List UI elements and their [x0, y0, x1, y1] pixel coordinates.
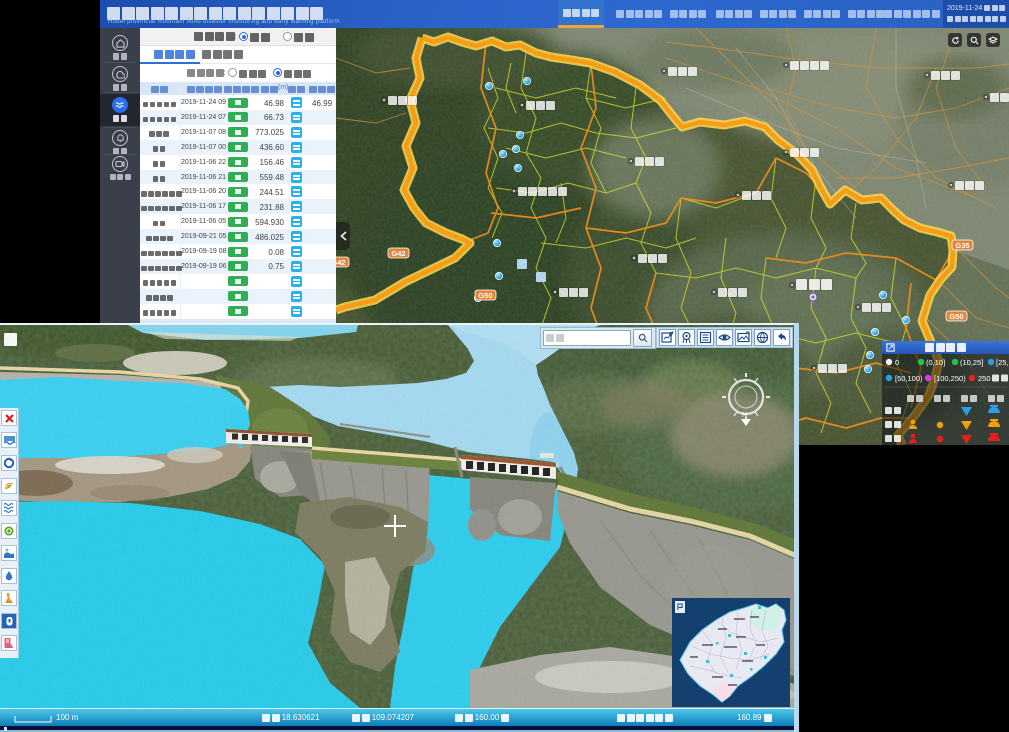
svg-text:N: N	[742, 412, 747, 419]
svg-text:G42: G42	[391, 249, 405, 258]
svg-text:G42: G42	[336, 258, 346, 267]
svg-text:(0,10]: (0,10]	[926, 358, 945, 367]
svg-text:G35: G35	[955, 241, 969, 250]
svg-text:[50,100): [50,100)	[895, 374, 923, 383]
svg-text:[100,250): [100,250)	[934, 374, 966, 383]
svg-text:[25,: [25,	[996, 358, 1009, 367]
svg-text:(10,25]: (10,25]	[960, 358, 983, 367]
svg-text:250: 250	[978, 374, 991, 383]
svg-text:0: 0	[895, 358, 899, 367]
svg-text:G50: G50	[478, 291, 492, 300]
svg-text:G50: G50	[949, 312, 963, 321]
